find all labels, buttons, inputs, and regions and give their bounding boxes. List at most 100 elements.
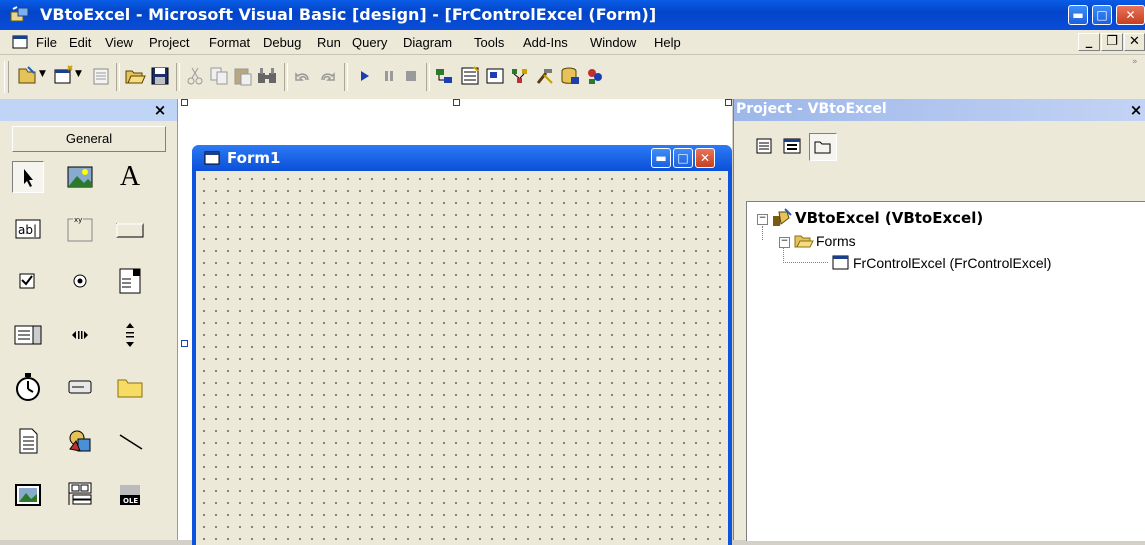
tree-item-forms-folder[interactable]: Forms [816,233,856,249]
window-title-bar[interactable]: VBtoExcel - Microsoft Visual Basic [desi… [0,0,1145,30]
tree-item-form[interactable]: FrControlExcel (FrControlExcel) [853,255,1051,271]
toolbox-close-button[interactable]: × [150,101,170,119]
view-object-icon[interactable] [779,133,805,159]
maximize-button[interactable]: □ [1092,5,1112,25]
project-explorer-header[interactable]: Project - VBtoExcel × [734,99,1145,121]
menu-edit[interactable]: Edit [69,35,91,50]
project-explorer-close-button[interactable]: × [1126,101,1145,119]
add-project-icon[interactable] [16,65,38,87]
combobox-tool[interactable] [114,265,146,297]
toolbar-overflow-icon[interactable]: » [1132,57,1138,67]
menu-run[interactable]: Run [317,35,341,50]
mdi-minimize-button[interactable]: _ [1078,33,1100,51]
optionbutton-tool[interactable] [64,265,96,297]
resize-handle[interactable] [181,340,188,347]
view-code-icon[interactable] [751,133,777,159]
toggle-folders-button[interactable] [809,133,837,161]
menu-add-ins[interactable]: Add-Ins [523,35,568,50]
collapse-toggle-icon[interactable]: − [779,237,790,248]
vscrollbar-tool[interactable] [114,319,146,351]
save-project-icon[interactable] [149,65,171,87]
close-button[interactable]: ✕ [1116,5,1145,25]
toolbox-header[interactable]: × [0,99,177,121]
toolbar-grip[interactable] [4,61,9,93]
textbox-tool[interactable]: ab| [12,213,44,245]
resize-handle[interactable] [181,99,188,106]
frame-tool[interactable]: xy [64,213,96,245]
open-project-icon[interactable] [124,65,146,87]
form1-maximize-button[interactable]: □ [673,148,693,168]
form1-window[interactable]: Form1 ▬ □ ✕ [192,145,732,545]
project-explorer-icon[interactable] [434,65,456,87]
toolbox-tab-general[interactable]: General [12,126,166,152]
break-icon[interactable] [378,65,400,87]
resize-handle[interactable] [453,99,460,106]
copy-icon[interactable] [208,65,230,87]
dropdown-arrow-icon[interactable]: ▼ [39,69,46,79]
listbox-tool[interactable] [12,319,44,351]
undo-icon[interactable] [292,65,314,87]
form1-close-button[interactable]: ✕ [695,148,715,168]
menu-project[interactable]: Project [149,35,189,50]
menu-format[interactable]: Format [209,35,250,50]
timer-tool[interactable] [12,371,44,403]
drivelistbox-tool[interactable] [64,371,96,403]
menu-debug[interactable]: Debug [263,35,301,50]
hscrollbar-tool[interactable] [64,319,96,351]
form1-title-bar[interactable]: Form1 ▬ □ ✕ [192,145,732,171]
start-icon[interactable] [354,65,376,87]
component-manager-icon[interactable] [584,65,606,87]
form-designer[interactable]: Form1 ▬ □ ✕ [178,99,732,545]
menu-query[interactable]: Query [352,35,387,50]
line-tool[interactable] [114,425,146,457]
menu-view[interactable]: View [105,35,133,50]
object-browser-icon[interactable] [509,65,531,87]
menu-tools[interactable]: Tools [474,35,504,50]
project-explorer-panel: Project - VBtoExcel × − VBtoExcel (VBtoE… [733,99,1145,541]
combobox-icon [119,268,141,294]
add-form-icon[interactable] [52,65,74,87]
dirlistbox-tool[interactable] [114,371,146,403]
properties-window-icon[interactable] [459,65,481,87]
filelistbox-tool[interactable] [12,425,44,457]
menu-file[interactable]: File [36,35,57,50]
form-layout-icon[interactable] [484,65,506,87]
mdi-restore-button[interactable]: ❐ [1101,33,1123,51]
hscrollbar-icon [72,331,88,339]
data-view-icon[interactable] [559,65,581,87]
vscrollbar-icon [126,323,134,347]
menu-editor-icon[interactable] [90,65,112,87]
cut-icon[interactable] [184,65,206,87]
minimize-button[interactable]: ▬ [1068,5,1088,25]
menu-window[interactable]: Window [590,35,636,50]
tree-item-project[interactable]: VBtoExcel (VBtoExcel) [795,209,983,227]
menu-help[interactable]: Help [654,35,681,50]
pointer-tool[interactable] [12,161,44,193]
picturebox-tool[interactable] [64,161,96,193]
mdi-close-button[interactable]: ✕ [1124,33,1145,51]
form1-design-grid[interactable] [196,171,728,545]
toolbox-icon[interactable] [534,65,556,87]
line-icon [119,434,143,450]
data-tool[interactable] [64,479,96,511]
collapse-toggle-icon[interactable]: − [757,214,768,225]
checkbox-tool[interactable] [12,265,44,297]
form1-minimize-button[interactable]: ▬ [651,148,671,168]
shape-icon [69,430,91,452]
shape-tool[interactable] [64,425,96,457]
end-icon[interactable] [400,65,422,87]
resize-handle[interactable] [725,99,732,106]
commandbutton-tool[interactable] [114,213,146,245]
menu-bar: File Edit View Project Format Debug Run … [0,30,1145,55]
image-tool[interactable] [12,479,44,511]
project-tree: − VBtoExcel (VBtoExcel) − Forms FrContro… [746,201,1145,541]
menu-diagram[interactable]: Diagram [403,35,452,50]
form-window-icon[interactable] [12,35,28,49]
dropdown-arrow-icon[interactable]: ▼ [75,69,82,79]
redo-icon[interactable] [316,65,338,87]
label-tool[interactable]: A [114,161,146,193]
paste-icon[interactable] [232,65,254,87]
find-icon[interactable] [256,65,278,87]
toolbar-separator [426,63,430,91]
ole-tool[interactable]: OLE [114,479,146,511]
